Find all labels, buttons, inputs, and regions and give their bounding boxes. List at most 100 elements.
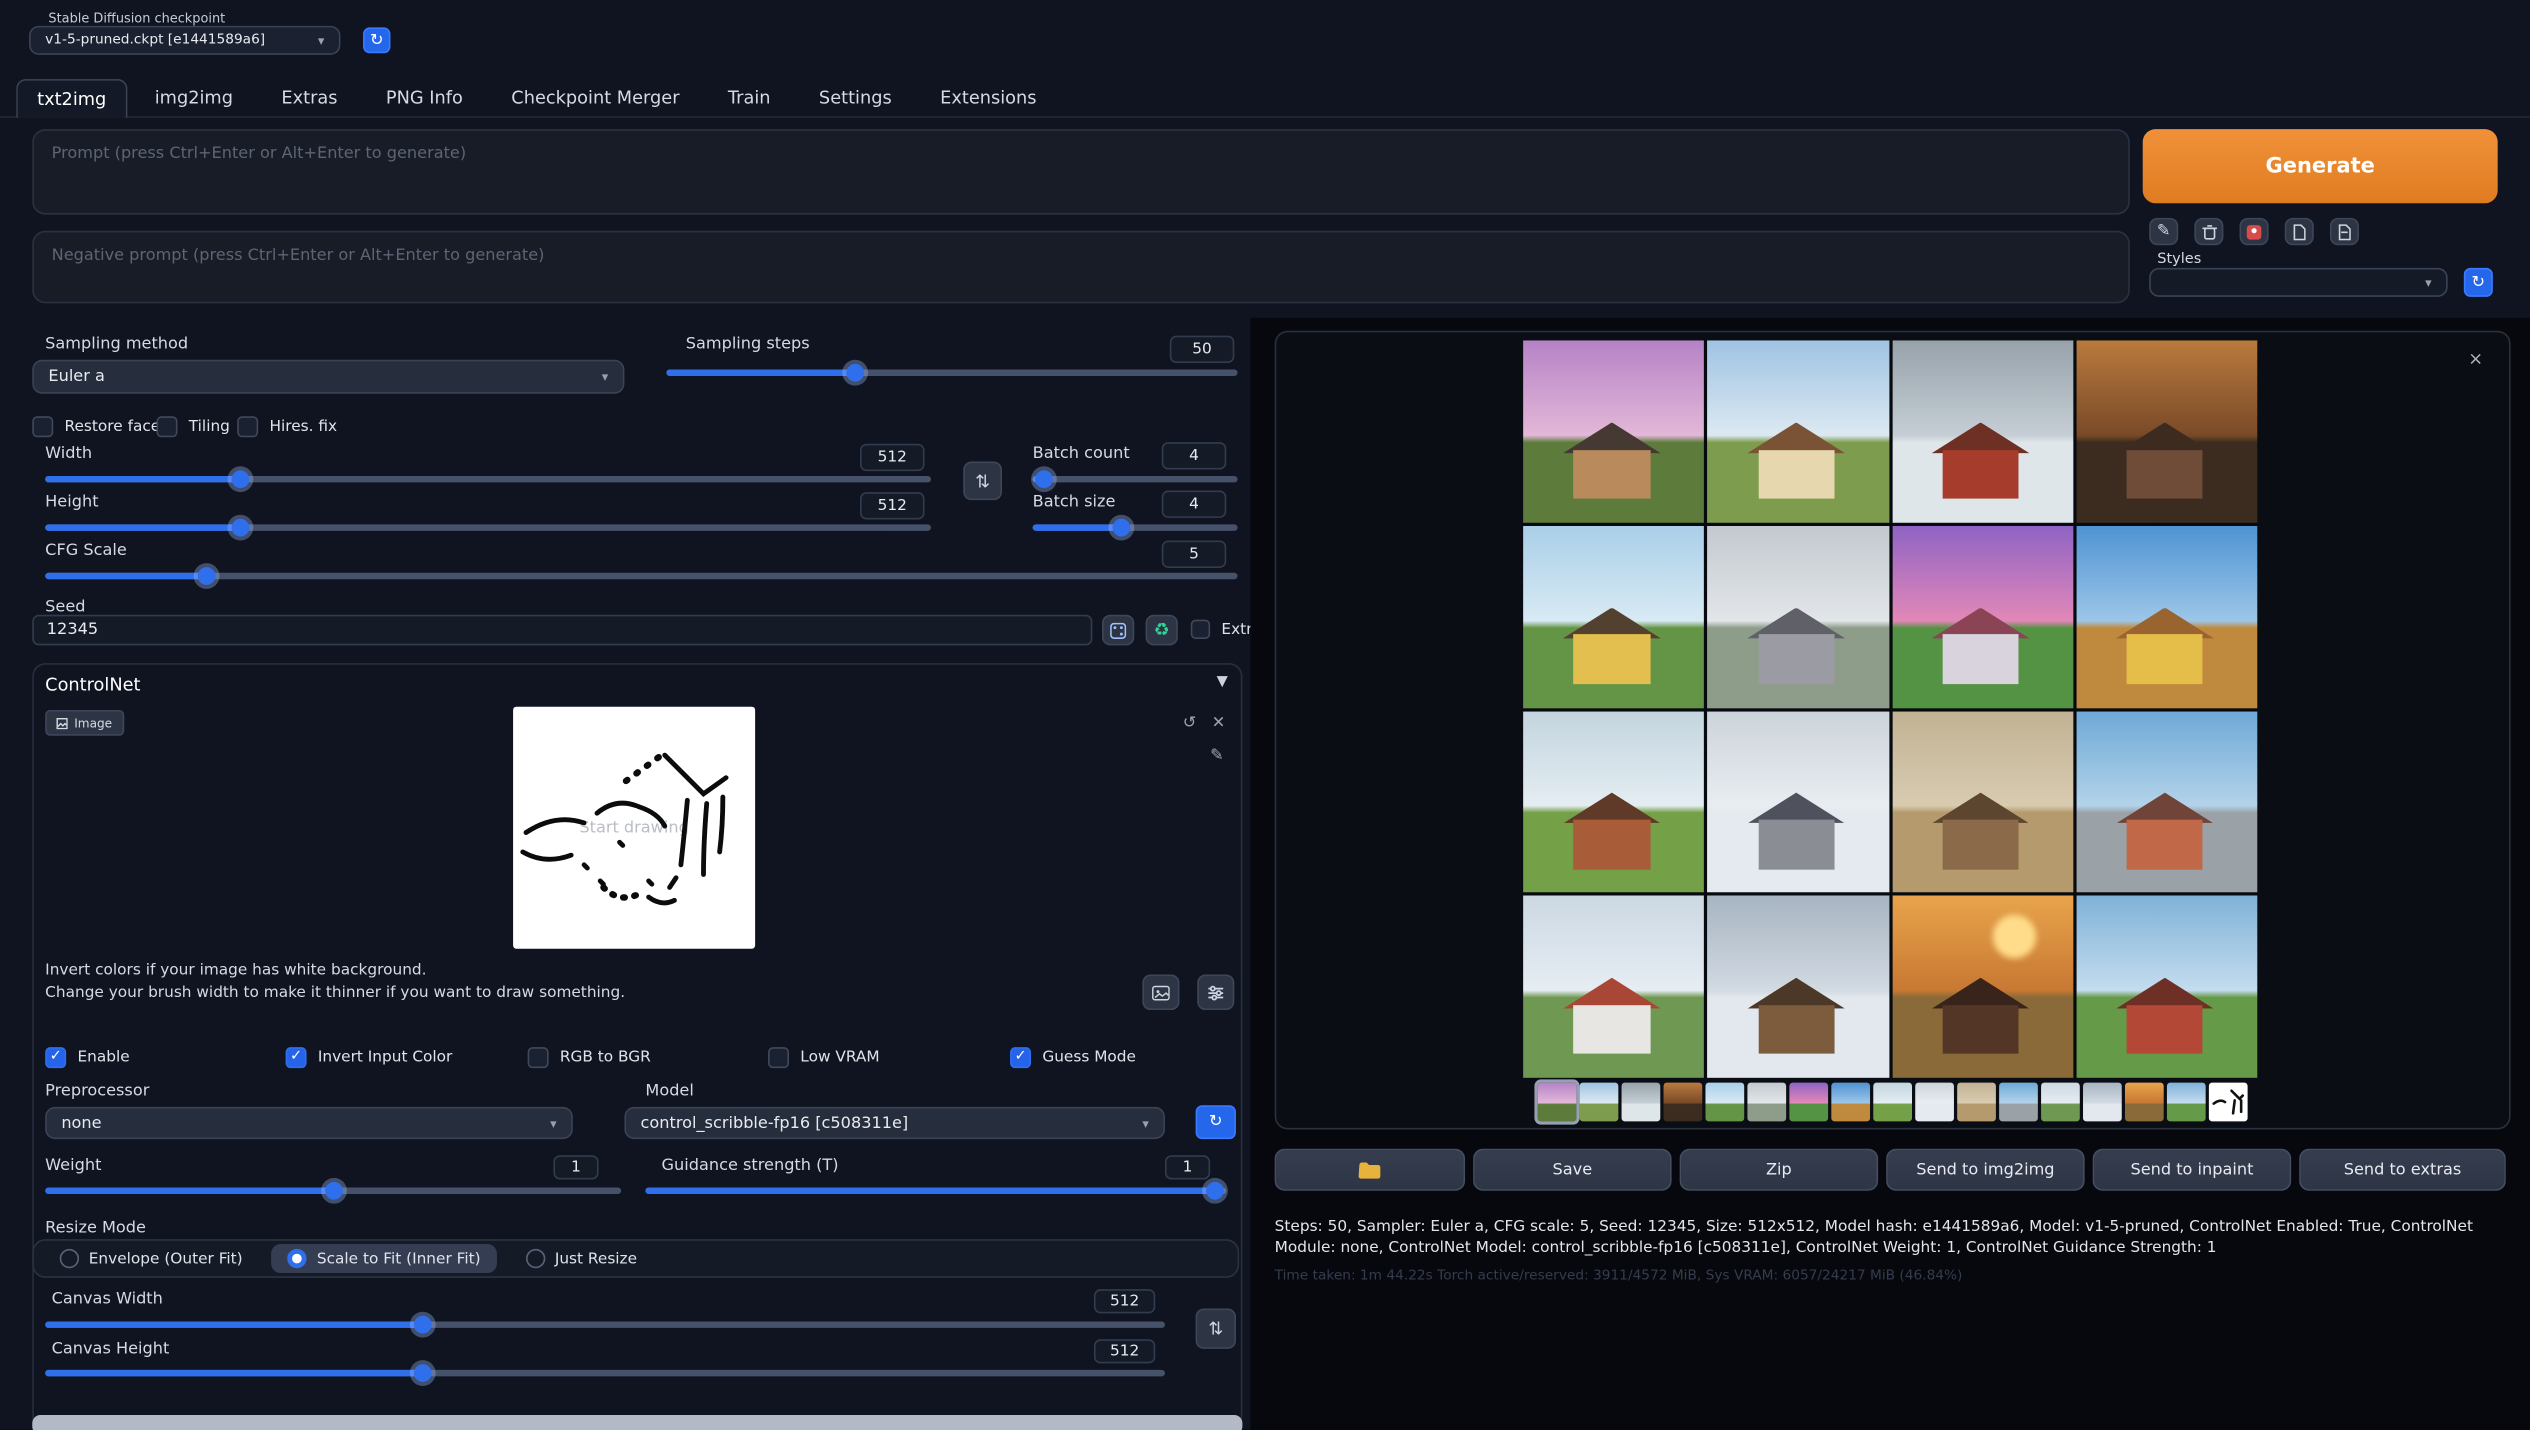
low-vram-checkbox[interactable]: Low VRAM: [768, 1047, 880, 1068]
checkpoint-refresh-button[interactable]: ↻: [363, 27, 390, 53]
batch-size-value[interactable]: 4: [1162, 491, 1227, 518]
radio-icon[interactable]: [526, 1249, 545, 1268]
batch-count-slider[interactable]: [1033, 476, 1238, 482]
gallery-image[interactable]: [1523, 526, 1704, 708]
gallery-image[interactable]: [1892, 896, 2073, 1078]
invert-input-color-checkbox[interactable]: Invert Input Color: [286, 1047, 453, 1068]
gallery-image[interactable]: [1892, 526, 2073, 708]
slider-knob[interactable]: [324, 1182, 342, 1200]
gallery-image[interactable]: [2076, 896, 2257, 1078]
canvas-height-value[interactable]: 512: [1094, 1339, 1155, 1363]
new-canvas-button[interactable]: [1142, 975, 1179, 1010]
styles-refresh-button[interactable]: ↻: [2464, 268, 2493, 297]
checkbox-box[interactable]: [1191, 620, 1210, 639]
enable-checkbox[interactable]: Enable: [45, 1047, 129, 1068]
slider-knob[interactable]: [1206, 1182, 1224, 1200]
negative-prompt-input[interactable]: [32, 231, 2130, 304]
gallery-thumbnail[interactable]: [2083, 1083, 2122, 1122]
gallery-image[interactable]: [1707, 340, 1888, 522]
height-value[interactable]: 512: [860, 492, 925, 519]
canvas-width-slider[interactable]: [45, 1321, 1165, 1327]
slider-knob[interactable]: [231, 519, 249, 537]
tab-settings[interactable]: Settings: [798, 77, 913, 116]
apply-style-button[interactable]: [2330, 218, 2359, 245]
resize-option-just-resize[interactable]: Just Resize: [510, 1244, 654, 1273]
restore-faces-checkbox[interactable]: Restore faces: [32, 416, 168, 437]
controlnet-image-tab[interactable]: Image: [45, 710, 123, 736]
accordion-collapse-icon[interactable]: ▼: [1217, 674, 1228, 690]
weight-value[interactable]: 1: [553, 1155, 598, 1179]
checkbox-box[interactable]: [237, 416, 258, 437]
checkbox-box[interactable]: [286, 1047, 307, 1068]
tab-extras[interactable]: Extras: [260, 77, 358, 116]
radio-icon[interactable]: [288, 1249, 307, 1268]
gallery-image[interactable]: [1892, 340, 2073, 522]
send-to-extras-button[interactable]: Send to extras: [2299, 1149, 2506, 1191]
gallery-thumbnail[interactable]: [1999, 1083, 2038, 1122]
cfg-scale-slider[interactable]: [45, 573, 1237, 579]
checkpoint-dropdown[interactable]: v1-5-pruned.ckpt [e1441589a6] ▾: [29, 26, 340, 55]
gallery-image[interactable]: [2076, 526, 2257, 708]
gallery-thumbnail[interactable]: [1580, 1083, 1619, 1122]
slider-knob[interactable]: [197, 567, 215, 585]
scribble-map-thumbnail[interactable]: [2209, 1083, 2248, 1122]
styles-dropdown[interactable]: ▾: [2149, 268, 2447, 297]
height-slider[interactable]: [45, 524, 931, 530]
send-to-img2img-button[interactable]: Send to img2img: [1886, 1149, 2084, 1191]
guidance-strength-value[interactable]: 1: [1165, 1155, 1210, 1179]
gallery-thumbnail[interactable]: [1915, 1083, 1954, 1122]
checkbox-box[interactable]: [768, 1047, 789, 1068]
checkbox-box[interactable]: [45, 1047, 66, 1068]
gallery-thumbnail[interactable]: [1747, 1083, 1786, 1122]
random-seed-button[interactable]: [1102, 615, 1134, 646]
width-slider[interactable]: [45, 476, 931, 482]
extra-networks-button[interactable]: [2240, 218, 2269, 245]
model-refresh-button[interactable]: ↻: [1196, 1105, 1236, 1139]
swap-width-height-button[interactable]: ⇅: [963, 461, 1002, 500]
gallery-thumbnail[interactable]: [1873, 1083, 1912, 1122]
tab-train[interactable]: Train: [707, 77, 792, 116]
slider-knob[interactable]: [846, 364, 864, 382]
swap-canvas-dimensions-button[interactable]: ⇅: [1196, 1309, 1236, 1349]
gallery-image[interactable]: [1523, 896, 1704, 1078]
tab-png-info[interactable]: PNG Info: [365, 77, 484, 116]
slider-knob[interactable]: [231, 470, 249, 488]
gallery-image[interactable]: [1523, 340, 1704, 522]
save-button[interactable]: Save: [1473, 1149, 1671, 1191]
sampling-steps-slider[interactable]: [666, 369, 1237, 375]
gallery-thumbnail[interactable]: [2041, 1083, 2080, 1122]
gallery-thumbnail[interactable]: [1664, 1083, 1703, 1122]
checkbox-box[interactable]: [157, 416, 178, 437]
gallery-thumbnail[interactable]: [1538, 1083, 1577, 1122]
open-folder-button[interactable]: [1275, 1149, 1465, 1191]
gallery-thumbnail[interactable]: [1789, 1083, 1828, 1122]
gallery-image[interactable]: [1707, 896, 1888, 1078]
save-style-button[interactable]: [2285, 218, 2314, 245]
gallery-thumbnail[interactable]: [1622, 1083, 1661, 1122]
gallery-image[interactable]: [1892, 711, 2073, 893]
checkbox-box[interactable]: [528, 1047, 549, 1068]
slider-knob[interactable]: [414, 1316, 432, 1334]
gallery-image[interactable]: [1707, 526, 1888, 708]
clear-prompt-button[interactable]: [2194, 218, 2223, 245]
slider-knob[interactable]: [414, 1364, 432, 1382]
send-to-inpaint-button[interactable]: Send to inpaint: [2093, 1149, 2291, 1191]
slider-knob[interactable]: [1112, 519, 1130, 537]
checkbox-box[interactable]: [32, 416, 53, 437]
seed-input[interactable]: [32, 615, 1092, 646]
controlnet-canvas[interactable]: Start drawing: [513, 707, 755, 949]
checkbox-box[interactable]: [1010, 1047, 1031, 1068]
gallery-image[interactable]: [2076, 340, 2257, 522]
zip-button[interactable]: Zip: [1680, 1149, 1878, 1191]
radio-icon[interactable]: [60, 1249, 79, 1268]
tab-checkpoint-merger[interactable]: Checkpoint Merger: [490, 77, 700, 116]
close-gallery-icon[interactable]: ×: [2468, 349, 2483, 370]
gallery-thumbnail[interactable]: [1831, 1083, 1870, 1122]
cfg-scale-value[interactable]: 5: [1162, 541, 1227, 568]
undo-icon[interactable]: ↺: [1183, 715, 1197, 733]
hires-fix-checkbox[interactable]: Hires. fix: [237, 416, 337, 437]
gallery-image[interactable]: [1523, 711, 1704, 893]
resize-option-envelope[interactable]: Envelope (Outer Fit): [44, 1244, 259, 1273]
rgb-to-bgr-checkbox[interactable]: RGB to BGR: [528, 1047, 651, 1068]
guess-mode-checkbox[interactable]: Guess Mode: [1010, 1047, 1136, 1068]
